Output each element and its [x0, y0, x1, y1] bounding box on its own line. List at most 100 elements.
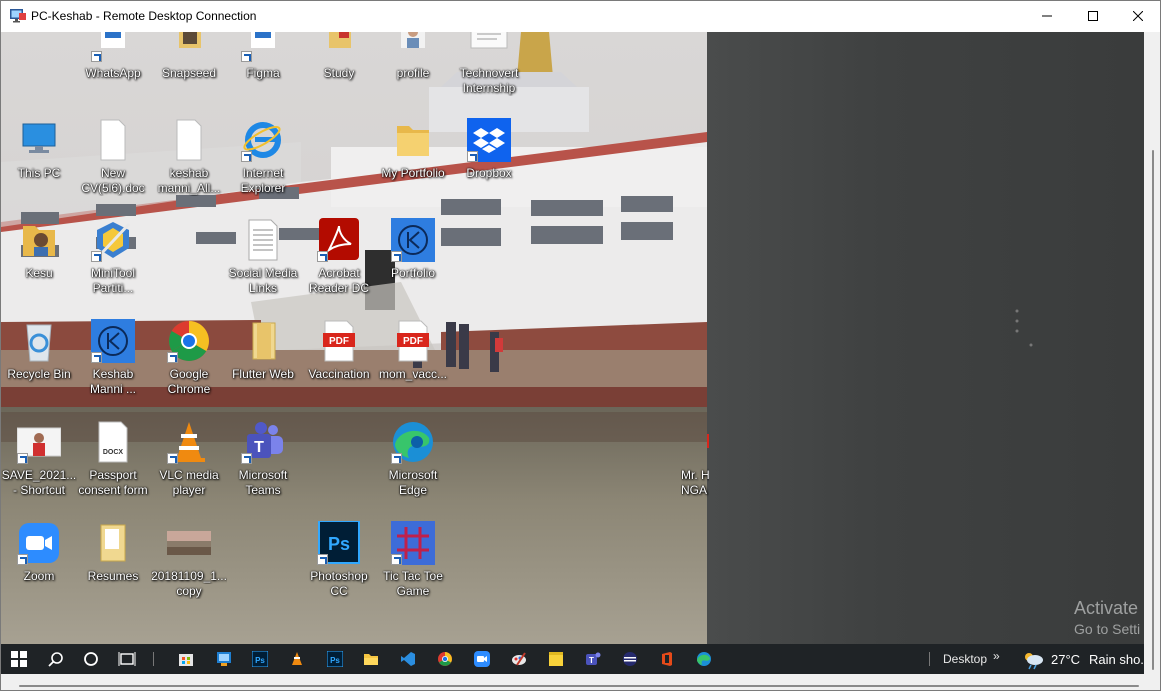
- search-button[interactable]: [45, 649, 67, 669]
- shortcut-arrow-icon: [241, 151, 252, 162]
- desktop-icon-social-media-links[interactable]: Social Media Links: [225, 218, 301, 296]
- desktop-icon-snapseed[interactable]: Snapseed: [151, 32, 227, 81]
- desktop-icon-portfolio[interactable]: Portfolio: [375, 218, 451, 281]
- close-icon: [1133, 11, 1143, 21]
- desktop-icon-tic-tac-toe[interactable]: Tic Tac Toe Game: [375, 521, 451, 599]
- document-icon: [100, 119, 126, 161]
- taskbar-app-remote-desktop[interactable]: [213, 649, 235, 669]
- desktop-icon-resumes[interactable]: Resumes: [75, 521, 151, 584]
- zoom-icon: [474, 651, 490, 667]
- taskbar-app-sticky-notes[interactable]: [545, 649, 567, 669]
- shortcut-arrow-icon: [167, 352, 178, 363]
- spinner-icon: [1015, 309, 1033, 347]
- icon-label: New CV(5l6).doc: [81, 166, 145, 195]
- task-view-button[interactable]: [116, 649, 138, 669]
- desktop-icon-photo-20181109[interactable]: 20181109_1... copy: [151, 521, 227, 599]
- desktop-icon-this-pc[interactable]: This PC: [1, 118, 77, 181]
- desktop-icon-profile[interactable]: profile: [375, 32, 451, 81]
- desktop-icon-vaccination[interactable]: PDF Vaccination: [301, 319, 377, 382]
- taskbar-app-photoshop-2[interactable]: Ps: [324, 649, 346, 669]
- vertical-scrollbar[interactable]: [1144, 32, 1160, 674]
- taskbar-app-vlc[interactable]: [286, 649, 308, 669]
- weather-temperature[interactable]: 27°C: [1051, 652, 1080, 667]
- taskbar-app-photoshop[interactable]: Ps: [249, 649, 271, 669]
- text-file-icon: [248, 219, 278, 261]
- svg-text:T: T: [589, 656, 594, 665]
- remote-desktop-area[interactable]: WhatsApp Snapseed Figma Study profile Te…: [1, 32, 1144, 674]
- folder-icon: [397, 126, 429, 156]
- desktop-icon-study[interactable]: Study: [301, 32, 377, 81]
- desktop-toolbar-label[interactable]: Desktop: [943, 652, 987, 666]
- desktop-icon-passport-consent[interactable]: DOCX Passport consent form: [75, 420, 151, 498]
- desktop-icon-microsoft-teams[interactable]: T Microsoft Teams: [225, 420, 301, 498]
- desktop-icon-photoshop[interactable]: Ps Photoshop CC: [301, 520, 377, 599]
- toolbar-chevron[interactable]: »: [993, 649, 1000, 663]
- shortcut-arrow-icon: [467, 151, 478, 162]
- taskbar-app-unknown[interactable]: [619, 649, 641, 669]
- desktop-icon-kesu[interactable]: Kesu: [1, 218, 77, 281]
- taskbar-app-vscode[interactable]: [397, 649, 419, 669]
- close-button[interactable]: [1115, 1, 1161, 31]
- desktop-icon-minitool[interactable]: MiniTool Partiti...: [75, 218, 151, 296]
- maximize-button[interactable]: [1070, 1, 1116, 31]
- cortana-button[interactable]: [80, 649, 102, 669]
- desktop-icon-dropbox[interactable]: Dropbox: [451, 118, 527, 181]
- taskbar-app-store[interactable]: [175, 649, 197, 669]
- start-button[interactable]: [8, 649, 30, 669]
- remote-desktop-icon: [10, 9, 26, 23]
- taskbar-app-file-explorer[interactable]: [360, 649, 382, 669]
- shortcut-arrow-icon: [91, 51, 102, 62]
- taskbar-app-office[interactable]: [656, 649, 678, 669]
- icon-label: Kesu: [25, 266, 53, 280]
- folder-icon: [23, 226, 55, 256]
- window-title: PC-Keshab - Remote Desktop Connection: [31, 9, 257, 23]
- desktop-icon-vlc[interactable]: VLC media player: [151, 420, 227, 498]
- desktop-icon-flutter-web[interactable]: Flutter Web: [225, 319, 301, 382]
- desktop-icon-new-cv[interactable]: New CV(5l6).doc: [75, 118, 151, 196]
- desktop-icon-recycle-bin[interactable]: Recycle Bin: [1, 319, 77, 382]
- document-icon: [176, 119, 202, 161]
- taskbar-app-teams[interactable]: T: [582, 649, 604, 669]
- desktop-icon-figma[interactable]: Figma: [225, 32, 301, 81]
- maximize-icon: [1088, 11, 1098, 21]
- desktop-icon-google-chrome[interactable]: Google Chrome: [151, 319, 227, 397]
- scrollbar-thumb[interactable]: [1152, 150, 1154, 670]
- desktop-icon-my-portfolio[interactable]: My Portfolio: [375, 118, 451, 181]
- desktop-icon-keshab-manni-all[interactable]: keshab manni_All...: [151, 118, 227, 196]
- icon-label: Internet Explorer: [240, 166, 286, 195]
- desktop-icon-keshab-manni[interactable]: Keshab Manni ...: [75, 319, 151, 397]
- title-bar[interactable]: PC-Keshab - Remote Desktop Connection: [1, 1, 1160, 31]
- photo-icon: [401, 32, 425, 48]
- desktop-icon-zoom[interactable]: Zoom: [1, 521, 77, 584]
- desktop-icon-internet-explorer[interactable]: Internet Explorer: [225, 118, 301, 196]
- icon-label: Microsoft Edge: [388, 468, 438, 497]
- minimize-button[interactable]: [1024, 1, 1070, 31]
- desktop-icon-microsoft-edge[interactable]: Microsoft Edge: [375, 420, 451, 498]
- taskbar-app-chrome[interactable]: [434, 649, 456, 669]
- taskbar-app-zoom[interactable]: [471, 649, 493, 669]
- desktop-icon-mom-vacc[interactable]: PDF mom_vacc...: [375, 319, 451, 382]
- taskbar-app-edge[interactable]: [693, 649, 715, 669]
- horizontal-scrollbar[interactable]: [1, 674, 1160, 690]
- folder-icon: [179, 32, 201, 48]
- icon-label: VLC media player: [159, 468, 219, 497]
- icon-label: Tic Tac Toe Game: [383, 569, 443, 598]
- icon-label: Study: [323, 66, 355, 80]
- desktop-icon-mr-h-nga[interactable]: Mr. H NGA: [669, 420, 709, 498]
- icon-label: Zoom: [23, 569, 55, 583]
- scrollbar-thumb[interactable]: [19, 685, 1139, 687]
- desktop-icon-acrobat-reader[interactable]: Acrobat Reader DC: [301, 218, 377, 296]
- desktop-icon-whatsapp[interactable]: WhatsApp: [75, 32, 151, 81]
- icon-label: Resumes: [87, 569, 139, 583]
- weather-icon[interactable]: [1021, 650, 1045, 670]
- pdf-icon: [707, 434, 709, 448]
- svg-text:Ps: Ps: [255, 656, 265, 665]
- desktop-icon-technovert[interactable]: Technovert Internship: [451, 32, 527, 96]
- taskbar-app-paint[interactable]: [508, 649, 530, 669]
- photoshop-icon: Ps: [252, 651, 268, 667]
- desktop-icon-save-2021-shortcut[interactable]: SAVE_2021... - Shortcut: [1, 420, 77, 498]
- taskbar: Ps Ps T Desktop » 27°C Rain sho.: [1, 644, 1144, 674]
- weather-description[interactable]: Rain sho...: [1089, 652, 1144, 667]
- remote-desktop-icon: [217, 652, 231, 666]
- folder-icon: [100, 524, 126, 562]
